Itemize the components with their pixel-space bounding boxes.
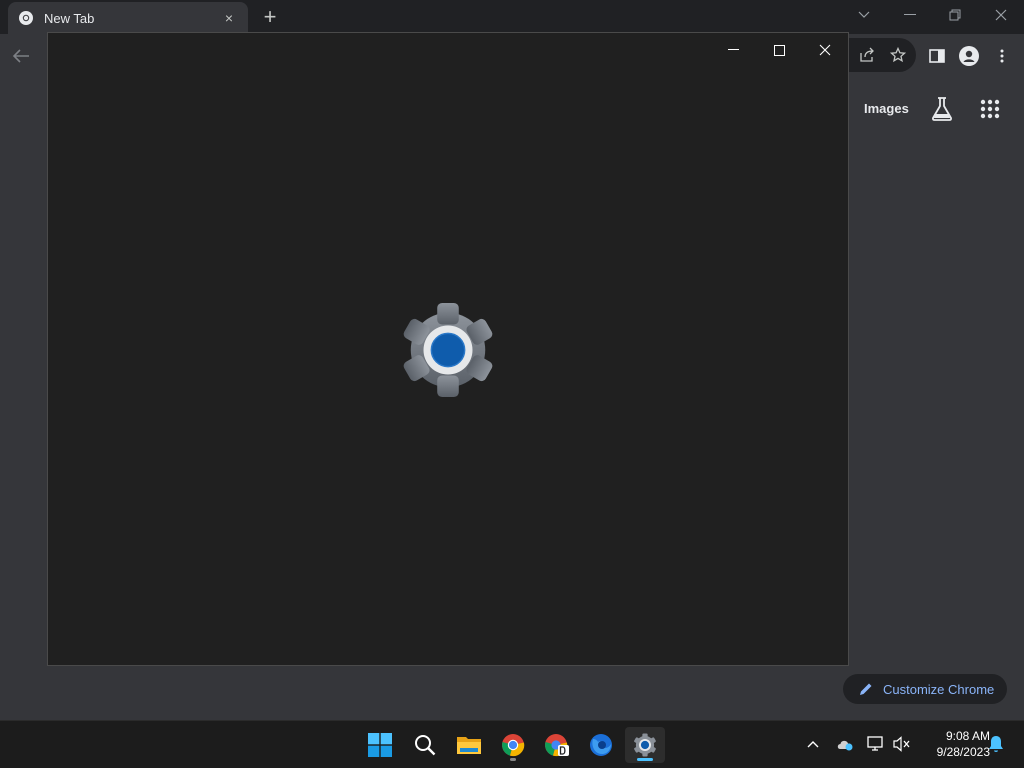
- gear-icon: [634, 733, 656, 757]
- chrome-dev-icon: [545, 734, 569, 757]
- search-icon: [415, 735, 436, 756]
- taskbar-chrome-dev[interactable]: [537, 727, 577, 763]
- pencil-icon: [860, 683, 872, 695]
- taskbar-settings[interactable]: [625, 727, 665, 763]
- settings-close-icon[interactable]: [810, 39, 840, 61]
- back-arrow-icon[interactable]: [10, 45, 32, 67]
- desktop: New Tab × + Images Customize Chrome 9:08…: [0, 0, 1024, 768]
- taskbar-search-button[interactable]: [405, 727, 445, 763]
- onedrive-cloud-icon[interactable]: [835, 734, 855, 754]
- network-monitor-icon[interactable]: [866, 734, 886, 754]
- tab-new-tab[interactable]: New Tab ×: [8, 2, 248, 34]
- google-apps-grid-icon[interactable]: [980, 99, 1000, 119]
- settings-maximize-icon[interactable]: [764, 39, 794, 61]
- taskbar-file-explorer[interactable]: [449, 727, 489, 763]
- tray-overflow-chevron-icon[interactable]: [803, 734, 823, 754]
- taskbar-clock[interactable]: 9:08 AM 9/28/2023: [918, 728, 990, 760]
- labs-flask-icon[interactable]: [930, 96, 954, 122]
- images-link[interactable]: Images: [864, 101, 909, 116]
- volume-muted-icon[interactable]: [892, 734, 912, 754]
- side-panel-icon[interactable]: [926, 45, 948, 67]
- new-tab-button[interactable]: +: [258, 5, 282, 29]
- browser-restore-icon[interactable]: [941, 4, 969, 26]
- windows-start-icon: [368, 733, 392, 757]
- clock-time: 9:08 AM: [945, 729, 990, 743]
- customize-chrome-button[interactable]: Customize Chrome: [843, 674, 1007, 704]
- settings-window: [47, 32, 849, 666]
- chrome-favicon-icon: [19, 11, 33, 25]
- settings-minimize-icon[interactable]: [718, 39, 748, 61]
- tab-close-icon[interactable]: ×: [220, 10, 238, 26]
- chrome-menu-icon[interactable]: [991, 45, 1013, 67]
- settings-gear-icon: [403, 302, 493, 398]
- running-indicator: [510, 758, 516, 761]
- taskbar-chrome[interactable]: [493, 727, 533, 763]
- tab-title: New Tab: [44, 10, 95, 26]
- chrome-icon: [502, 734, 525, 757]
- firefox-icon: [590, 734, 612, 756]
- notification-bell-icon[interactable]: [986, 734, 1006, 754]
- taskbar-firefox[interactable]: [581, 727, 621, 763]
- share-icon[interactable]: [856, 44, 878, 66]
- folder-icon: [457, 737, 481, 754]
- profile-avatar-icon[interactable]: [958, 45, 980, 67]
- active-indicator: [637, 758, 653, 761]
- clock-date: 9/28/2023: [936, 745, 990, 759]
- tab-search-chevron-icon[interactable]: [850, 4, 878, 26]
- taskbar-start-button[interactable]: [360, 727, 400, 763]
- chrome-tabstrip: New Tab × +: [0, 0, 1024, 34]
- browser-minimize-icon[interactable]: [896, 4, 924, 26]
- browser-close-icon[interactable]: [987, 4, 1015, 26]
- customize-chrome-label: Customize Chrome: [883, 681, 995, 697]
- bookmark-star-icon[interactable]: [887, 44, 909, 66]
